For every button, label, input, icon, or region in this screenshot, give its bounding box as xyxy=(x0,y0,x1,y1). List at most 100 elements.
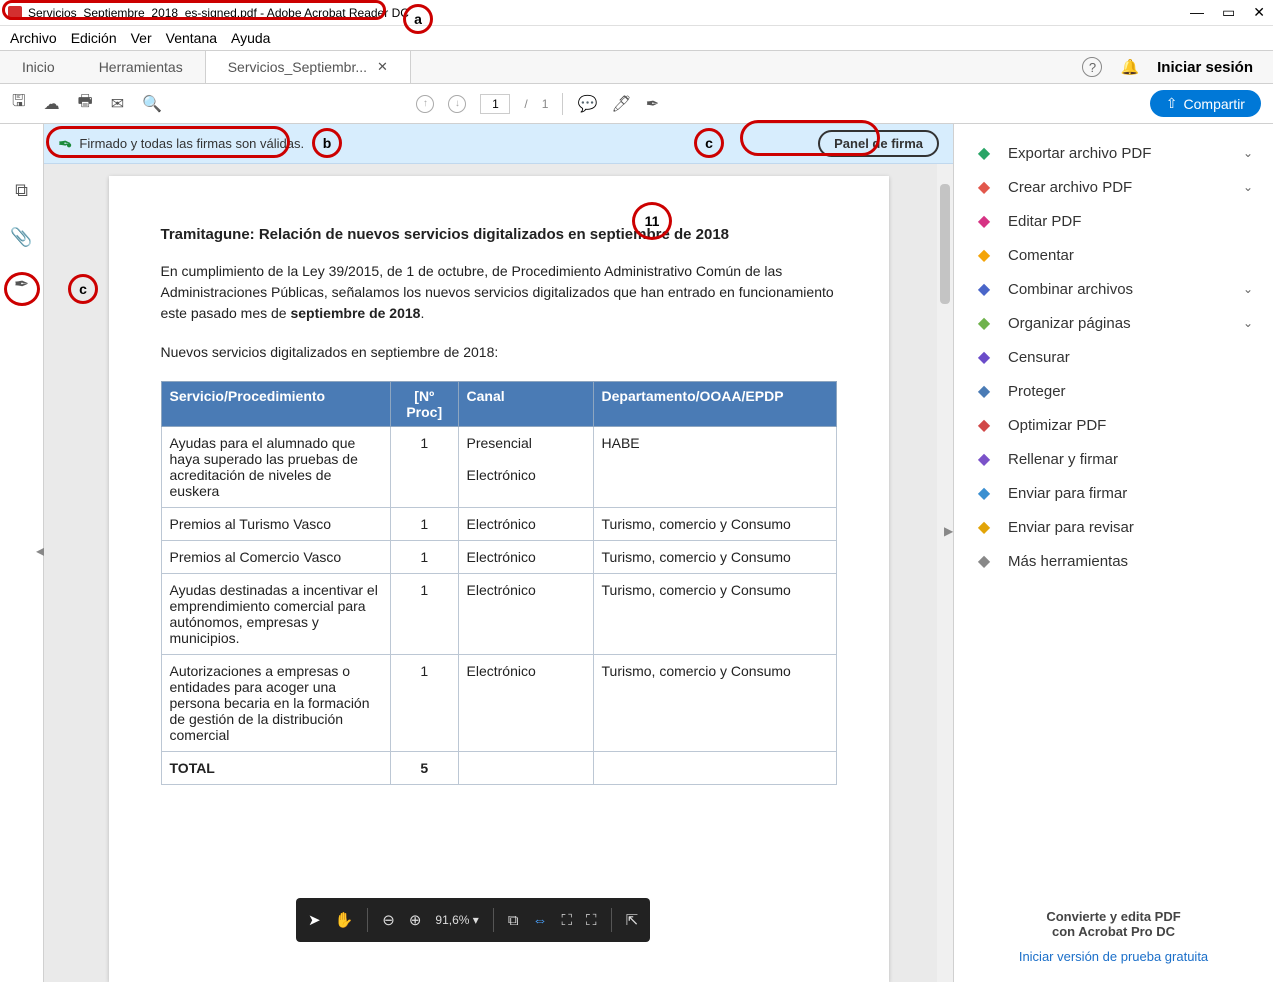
cell-dep: Turismo, comercio y Consumo xyxy=(593,655,836,752)
tool-label: Organizar páginas xyxy=(1008,315,1131,332)
tool-icon: ◆ xyxy=(974,212,994,230)
cell-nproc: 1 xyxy=(391,508,459,541)
tool-label: Censurar xyxy=(1008,349,1070,366)
zoom-out-icon[interactable]: ⊖ xyxy=(382,911,395,929)
print-icon[interactable]: 🖶 xyxy=(78,90,93,117)
tab-herramientas[interactable]: Herramientas xyxy=(77,51,205,83)
tool-label: Combinar archivos xyxy=(1008,281,1133,298)
cell-servicio: Premios al Comercio Vasco xyxy=(161,541,391,574)
tool-item[interactable]: ◆Rellenar y firmar xyxy=(954,442,1273,476)
tool-item[interactable]: ◆Proteger xyxy=(954,374,1273,408)
tool-item[interactable]: ◆Comentar xyxy=(954,238,1273,272)
tool-label: Optimizar PDF xyxy=(1008,417,1106,434)
window-restore-icon[interactable]: ▭ xyxy=(1222,4,1235,21)
help-icon[interactable]: ? xyxy=(1082,57,1102,77)
email-icon[interactable]: ✉ xyxy=(111,94,124,114)
tool-item[interactable]: ◆Crear archivo PDF⌄ xyxy=(954,170,1273,204)
menu-ventana[interactable]: Ventana xyxy=(166,30,217,46)
comment-icon[interactable]: 💬 xyxy=(577,94,597,114)
tool-item[interactable]: ◆ Organizar páginas ⌄ xyxy=(954,306,1273,340)
zoom-level[interactable]: 91,6% ▾ xyxy=(435,913,478,927)
window-close-icon[interactable]: ✕ xyxy=(1253,4,1265,21)
zoom-in-icon[interactable]: ⊕ xyxy=(409,911,422,929)
tool-icon: ◆ xyxy=(974,314,994,332)
page-total: 1 xyxy=(542,97,549,111)
fullscreen-icon[interactable]: ⛶ xyxy=(586,912,597,929)
table-row: Ayudas destinadas a incentivar el empren… xyxy=(161,574,836,655)
tool-item[interactable]: ◆Combinar archivos⌄ xyxy=(954,272,1273,306)
tool-label: Enviar para revisar xyxy=(1008,519,1134,536)
promo-line2: con Acrobat Pro DC xyxy=(1052,924,1175,939)
page-down-icon[interactable]: ↓ xyxy=(448,95,466,113)
tool-item[interactable]: ◆ Enviar para revisar xyxy=(954,510,1273,544)
menu-ayuda[interactable]: Ayuda xyxy=(231,30,270,46)
attachments-icon[interactable]: 📎 xyxy=(10,227,32,248)
page-up-icon[interactable]: ↑ xyxy=(416,95,434,113)
share-button[interactable]: ⇧ Compartir xyxy=(1150,90,1261,117)
tool-icon: ◆ xyxy=(974,484,994,502)
tool-icon: ◆ xyxy=(974,518,994,536)
search-icon[interactable]: 🔍 xyxy=(142,94,162,114)
promo-link[interactable]: Iniciar versión de prueba gratuita xyxy=(964,949,1263,964)
cell-nproc: 1 xyxy=(391,541,459,574)
cell-nproc: 1 xyxy=(391,655,459,752)
chevron-down-icon: ⌄ xyxy=(1243,316,1253,330)
tool-label: Crear archivo PDF xyxy=(1008,179,1132,196)
bell-icon[interactable]: 🔔 xyxy=(1120,58,1139,76)
highlight-icon[interactable]: 🖊 xyxy=(611,94,631,114)
signatures-icon[interactable]: ✒ xyxy=(14,274,29,295)
tool-item[interactable]: ◆Exportar archivo PDF⌄ xyxy=(954,136,1273,170)
scrollbar-thumb[interactable] xyxy=(940,184,950,304)
tab-document[interactable]: Servicios_Septiembr... ✕ xyxy=(205,51,411,83)
tool-item[interactable]: ◆ Optimizar PDF xyxy=(954,408,1273,442)
thumbnails-icon[interactable]: ⧉ xyxy=(15,180,28,201)
menu-edicion[interactable]: Edición xyxy=(71,30,117,46)
doc-title: Tramitagune: Relación de nuevos servicio… xyxy=(161,226,837,243)
cell-servicio: Ayudas para el alumnado que haya superad… xyxy=(161,427,391,508)
page-current-input[interactable] xyxy=(480,94,510,114)
signature-status-text: Firmado y todas las firmas son válidas. xyxy=(79,136,304,151)
fit-visible-icon[interactable]: ⛶ xyxy=(562,912,573,929)
fit-page-icon[interactable]: ⧉ xyxy=(508,912,519,929)
selection-tool-icon[interactable]: ➤ xyxy=(308,911,321,929)
read-mode-icon[interactable]: ⇱ xyxy=(626,911,639,929)
tab-close-icon[interactable]: ✕ xyxy=(377,59,388,75)
tool-icon: ◆ xyxy=(974,348,994,366)
separator xyxy=(493,908,494,932)
th-nproc: [Nº Proc] xyxy=(391,382,459,427)
hand-tool-icon[interactable]: ✋ xyxy=(335,911,354,929)
tool-icon: ◆ xyxy=(974,178,994,196)
cloud-icon[interactable]: ☁ xyxy=(44,94,60,114)
separator xyxy=(611,908,612,932)
cell-dep: Turismo, comercio y Consumo xyxy=(593,574,836,655)
table-row-total: TOTAL5 xyxy=(161,752,836,785)
tool-item[interactable]: ◆Enviar para firmar xyxy=(954,476,1273,510)
right-panel-collapse-icon[interactable]: ▶ xyxy=(944,524,953,538)
table-row: Autorizaciones a empresas o entidades pa… xyxy=(161,655,836,752)
share-icon: ⇧ xyxy=(1166,95,1178,112)
fit-width-icon[interactable]: ⇔ xyxy=(533,912,548,929)
signin-button[interactable]: Iniciar sesión xyxy=(1157,59,1253,76)
page-sep: / xyxy=(524,97,527,111)
sign-icon[interactable]: ✒ xyxy=(646,94,659,114)
tool-item[interactable]: ◆Más herramientas xyxy=(954,544,1273,578)
menu-ver[interactable]: Ver xyxy=(131,30,152,46)
tool-item[interactable]: ◆ Censurar xyxy=(954,340,1273,374)
tool-item[interactable]: ◆Editar PDF xyxy=(954,204,1273,238)
chevron-down-icon: ⌄ xyxy=(1243,282,1253,296)
window-minimize-icon[interactable]: — xyxy=(1190,4,1204,21)
tool-label: Exportar archivo PDF xyxy=(1008,145,1151,162)
tool-icon: ◆ xyxy=(974,416,994,434)
menu-archivo[interactable]: Archivo xyxy=(10,30,57,46)
save-icon[interactable]: 🖫 xyxy=(12,90,26,117)
tab-inicio[interactable]: Inicio xyxy=(0,51,77,83)
page-toolbar: ➤ ✋ ⊖ ⊕ 91,6% ▾ ⧉ ⇔ ⛶ ⛶ ⇱ xyxy=(296,898,650,942)
signature-panel-button[interactable]: Panel de firma xyxy=(818,130,939,157)
tool-label: Proteger xyxy=(1008,383,1066,400)
cell-total-label: TOTAL xyxy=(161,752,391,785)
cell-canal: PresencialElectrónico xyxy=(458,427,593,508)
app-icon xyxy=(8,6,22,20)
scrollbar[interactable] xyxy=(937,164,953,982)
tool-icon: ◆ xyxy=(974,246,994,264)
separator xyxy=(562,93,563,115)
